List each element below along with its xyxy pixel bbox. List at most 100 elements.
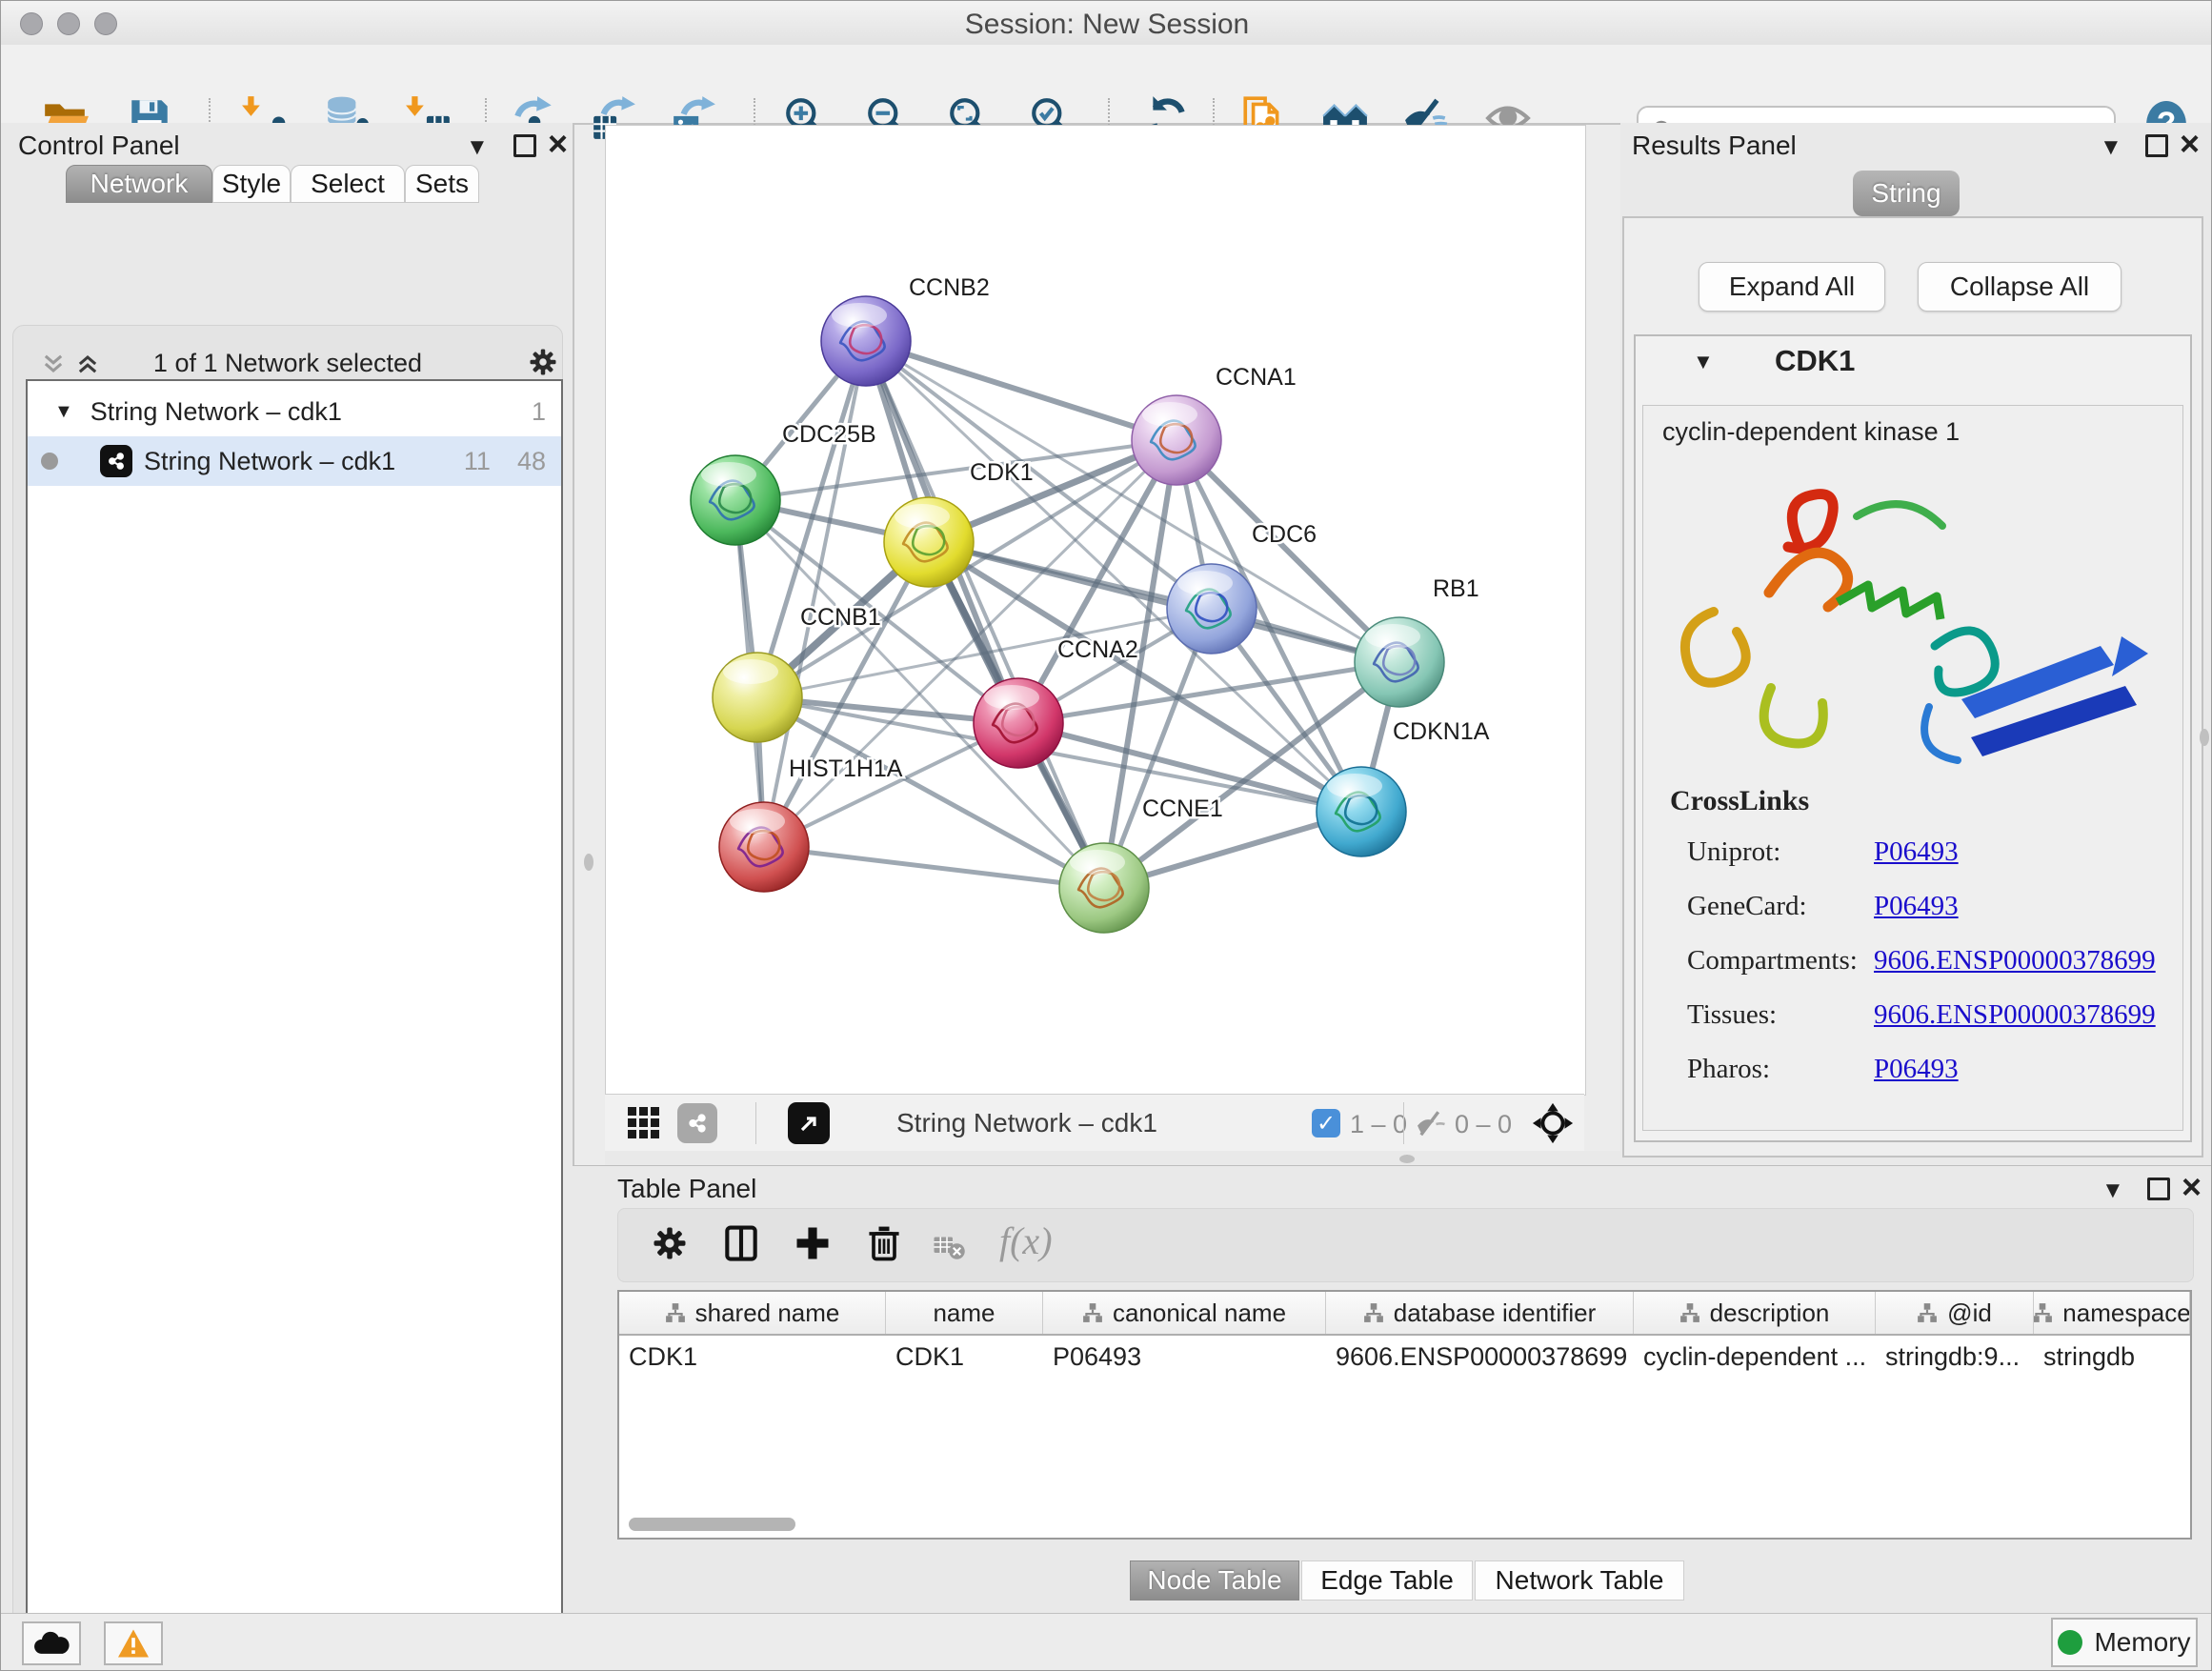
scrollbar-thumb[interactable] [629, 1518, 795, 1531]
node-position-crosshair-icon[interactable] [1531, 1101, 1575, 1145]
right-splitter-handle[interactable] [2200, 729, 2209, 746]
panel-float-icon[interactable] [513, 134, 536, 157]
delete-column-trash-icon[interactable] [863, 1222, 909, 1268]
protein-structure-image [1657, 459, 2171, 774]
network-node-RB1[interactable]: RB1 [1355, 575, 1479, 707]
memory-button[interactable]: Memory [2051, 1618, 2198, 1667]
column-label: namespace [2062, 1299, 2190, 1328]
title-bar: Session: New Session [1, 1, 2212, 46]
tab-string[interactable]: String [1853, 171, 1960, 216]
network-collection-label: String Network – cdk1 [90, 397, 342, 427]
network-view-title: String Network – cdk1 [896, 1108, 1157, 1138]
panel-float-icon[interactable] [2147, 1178, 2170, 1200]
tab-style[interactable]: Style [212, 165, 291, 203]
table-cell[interactable]: CDK1 [619, 1334, 886, 1379]
hidden-node-edge-count: 0 – 0 [1455, 1110, 1512, 1139]
crosslink-label: GeneCard: [1687, 891, 1874, 945]
memory-status-dot [2058, 1630, 2082, 1655]
network-edge[interactable] [764, 847, 1104, 888]
crosslink-label: Tissues: [1687, 999, 1874, 1054]
network-node-CCNB2[interactable]: CCNB2 [821, 274, 990, 386]
tab-node-table[interactable]: Node Table [1130, 1560, 1299, 1601]
table-horizontal-scrollbar[interactable] [623, 1517, 2186, 1532]
network-node-label: CDKN1A [1393, 718, 1490, 745]
panel-collapse-icon[interactable]: ▼ [2100, 136, 2122, 159]
network-node-CDKN1A[interactable]: CDKN1A [1317, 718, 1490, 856]
table-cell[interactable]: 9606.ENSP00000378699 [1326, 1334, 1634, 1379]
network-row-label: String Network – cdk1 [144, 447, 395, 476]
network-edge[interactable] [866, 341, 1104, 888]
table-cell[interactable]: cyclin-dependent ... [1634, 1334, 1876, 1379]
network-node-label: CDC25B [782, 421, 876, 448]
cloud-status-button[interactable] [22, 1621, 81, 1665]
column-header-canonical-name[interactable]: canonical name [1043, 1292, 1326, 1334]
panel-close-icon[interactable]: × [2182, 1176, 2202, 1198]
birdseye-view-icon[interactable] [788, 1102, 830, 1144]
table-cell[interactable]: stringdb [2034, 1334, 2190, 1379]
expand-all-button[interactable]: Expand All [1699, 262, 1885, 312]
tree-expander-icon[interactable]: ▼ [54, 401, 73, 423]
tab-edge-table[interactable]: Edge Table [1301, 1560, 1473, 1601]
results-panel-title: Results Panel [1632, 131, 1797, 161]
network-node-label: CCNA1 [1216, 364, 1297, 391]
warning-status-button[interactable] [104, 1621, 163, 1665]
table-cell[interactable]: stringdb:9... [1876, 1334, 2034, 1379]
network-row-selected[interactable]: String Network – cdk1 11 48 [28, 436, 561, 486]
splitter-handle[interactable] [1399, 1155, 1415, 1163]
column-header-description[interactable]: description [1634, 1292, 1876, 1334]
crosslink-link[interactable]: P06493 [1874, 836, 1959, 891]
panel-close-icon[interactable]: × [2180, 132, 2200, 155]
delete-table-icon [933, 1230, 978, 1276]
crosslinks-title: CrossLinks [1670, 785, 1809, 817]
column-header--id[interactable]: @id [1876, 1292, 2034, 1334]
column-type-icon [1679, 1302, 1700, 1323]
network-collection-row[interactable]: ▼ String Network – cdk1 1 [28, 387, 561, 436]
selected-node-edge-count: 1 – 0 [1350, 1110, 1407, 1139]
network-options-gear-icon[interactable] [526, 345, 560, 379]
column-header-database-identifier[interactable]: database identifier [1326, 1292, 1634, 1334]
left-splitter-handle[interactable] [584, 854, 593, 871]
table-cell[interactable]: P06493 [1043, 1334, 1326, 1379]
table-cell[interactable]: CDK1 [886, 1334, 1043, 1379]
grid-view-icon[interactable] [626, 1105, 662, 1141]
panel-collapse-icon[interactable]: ▼ [466, 136, 489, 159]
crosslink-row: GeneCard:P06493 [1687, 891, 2173, 945]
crosslink-link[interactable]: 9606.ENSP00000378699 [1874, 999, 2156, 1054]
tab-network-table[interactable]: Network Table [1475, 1560, 1684, 1601]
hidden-eye-icon [1415, 1107, 1449, 1141]
main-toolbar: ? [1, 45, 2212, 125]
crosslink-link[interactable]: P06493 [1874, 1054, 1959, 1108]
column-header-namespace[interactable]: namespace [2034, 1292, 2190, 1334]
network-node-CCNE1[interactable]: CCNE1 [1059, 795, 1223, 933]
gene-details: cyclin-dependent kinase 1 [1642, 405, 2183, 1131]
selected-checkbox-icon[interactable]: ✓ [1312, 1109, 1340, 1137]
tab-sets[interactable]: Sets [405, 165, 479, 203]
string-results-box: Expand All Collapse All ▼ CDK1 cyclin-de… [1622, 216, 2203, 1158]
panel-collapse-icon[interactable]: ▼ [2101, 1179, 2124, 1202]
crosslink-link[interactable]: P06493 [1874, 891, 1959, 945]
crosslink-link[interactable]: 9606.ENSP00000378699 [1874, 945, 2156, 999]
network-edge[interactable] [866, 341, 1176, 440]
tab-network[interactable]: Network [66, 165, 212, 203]
separator [1403, 1102, 1404, 1144]
panel-float-icon[interactable] [2145, 134, 2168, 157]
column-type-icon [1082, 1302, 1103, 1323]
column-header-name[interactable]: name [886, 1292, 1043, 1334]
network-icon-gray[interactable] [677, 1103, 717, 1143]
show-columns-icon[interactable] [720, 1222, 766, 1268]
tab-select[interactable]: Select [291, 165, 405, 203]
add-column-plus-icon[interactable] [792, 1222, 837, 1268]
column-label: canonical name [1113, 1299, 1286, 1328]
panel-close-icon[interactable]: × [548, 132, 568, 155]
column-type-icon [1917, 1302, 1938, 1323]
network-list: ▼ String Network – cdk1 1 String Network… [26, 379, 563, 1671]
section-expander-icon[interactable]: ▼ [1693, 350, 1714, 374]
collapse-all-button[interactable]: Collapse All [1918, 262, 2122, 312]
network-node-CCNA1[interactable]: CCNA1 [1132, 364, 1297, 485]
network-canvas[interactable]: CCNB2 CCNA1 CDC25B CDK1 CDC6 RB1 CCNB1 C… [605, 125, 1586, 1096]
network-node-label: CCNB1 [800, 604, 881, 631]
table-toolbar: f(x) [617, 1208, 2194, 1282]
column-label: database identifier [1394, 1299, 1596, 1328]
table-options-gear-icon[interactable] [649, 1222, 694, 1268]
column-header-shared-name[interactable]: shared name [619, 1292, 886, 1334]
